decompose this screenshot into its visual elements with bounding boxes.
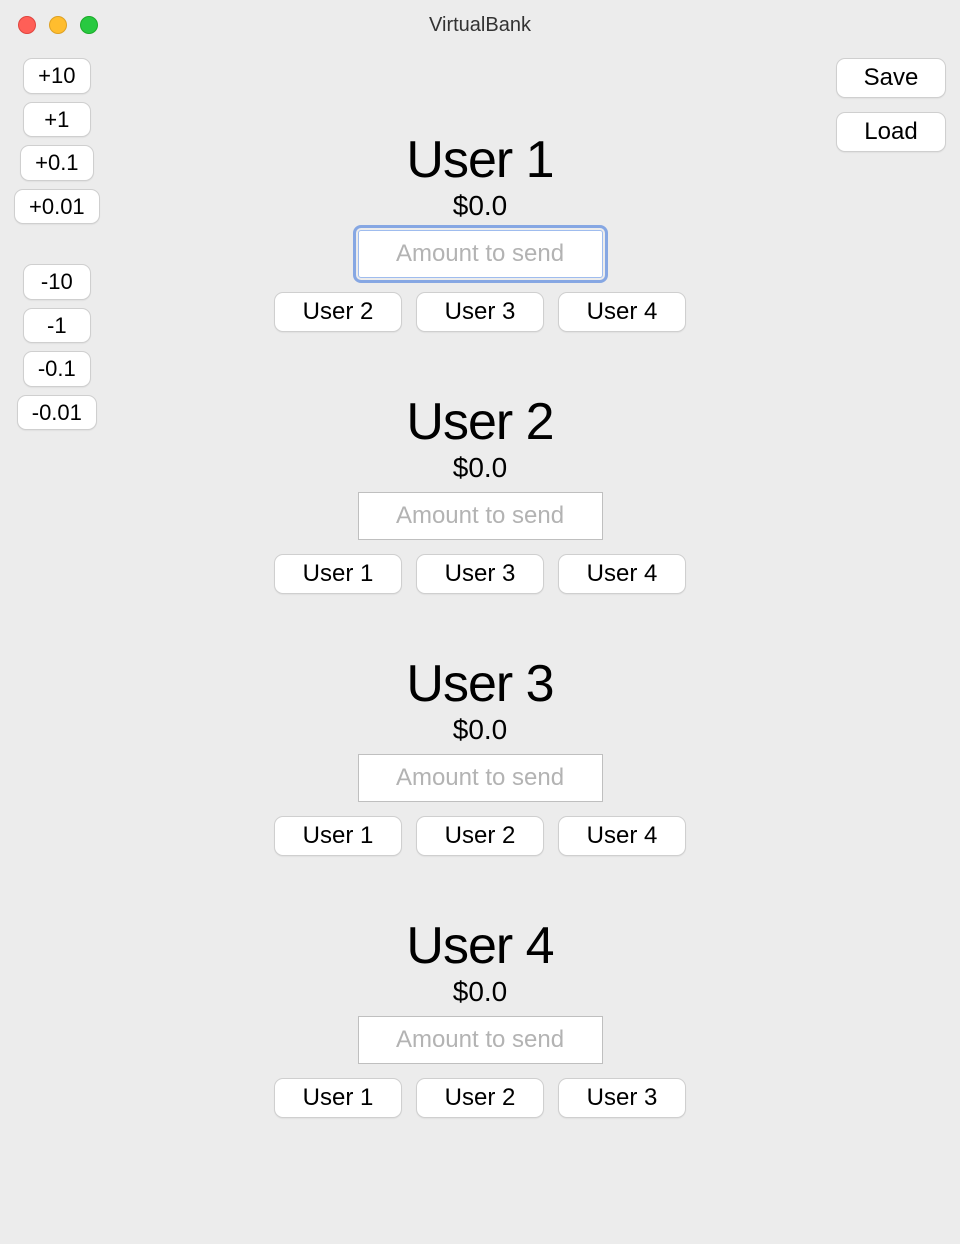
adjust-plus-0p01-button[interactable]: +0.01 (14, 189, 100, 225)
adjust-minus-group: -10 -1 -0.1 -0.01 (17, 264, 97, 430)
traffic-lights (18, 16, 98, 34)
send-buttons: User 1 User 2 User 3 (274, 1078, 686, 1118)
users-panel: User 1 $0.0 User 2 User 3 User 4 User 2 … (274, 130, 686, 1118)
send-buttons: User 1 User 2 User 4 (274, 816, 686, 856)
user-balance: $0.0 (453, 714, 508, 746)
file-actions: Save Load (836, 58, 946, 152)
load-button[interactable]: Load (836, 112, 946, 152)
send-to-user-button[interactable]: User 3 (558, 1078, 686, 1118)
user-name: User 3 (406, 654, 553, 714)
send-to-user-button[interactable]: User 2 (274, 292, 402, 332)
send-to-user-button[interactable]: User 1 (274, 1078, 402, 1118)
send-to-user-button[interactable]: User 1 (274, 816, 402, 856)
send-to-user-button[interactable]: User 2 (416, 816, 544, 856)
amount-input[interactable] (358, 754, 603, 802)
user-balance: $0.0 (453, 190, 508, 222)
window-title: VirtualBank (429, 14, 531, 37)
user-name: User 4 (406, 916, 553, 976)
window-zoom-icon[interactable] (80, 16, 98, 34)
titlebar: VirtualBank (0, 0, 960, 50)
send-to-user-button[interactable]: User 4 (558, 292, 686, 332)
user-name: User 1 (406, 130, 553, 190)
send-to-user-button[interactable]: User 4 (558, 816, 686, 856)
save-button[interactable]: Save (836, 58, 946, 98)
adjust-panel: +10 +1 +0.1 +0.01 -10 -1 -0.1 -0.01 (14, 58, 100, 430)
window-close-icon[interactable] (18, 16, 36, 34)
user-card-3: User 3 $0.0 User 1 User 2 User 4 (274, 654, 686, 856)
adjust-plus-1-button[interactable]: +1 (23, 102, 91, 138)
amount-input[interactable] (358, 492, 603, 540)
send-to-user-button[interactable]: User 4 (558, 554, 686, 594)
user-card-1: User 1 $0.0 User 2 User 3 User 4 (274, 130, 686, 332)
adjust-minus-1-button[interactable]: -1 (23, 308, 91, 344)
send-to-user-button[interactable]: User 3 (416, 292, 544, 332)
window-minimize-icon[interactable] (49, 16, 67, 34)
user-card-4: User 4 $0.0 User 1 User 2 User 3 (274, 916, 686, 1118)
user-balance: $0.0 (453, 452, 508, 484)
user-name: User 2 (406, 392, 553, 452)
user-balance: $0.0 (453, 976, 508, 1008)
user-card-2: User 2 $0.0 User 1 User 3 User 4 (274, 392, 686, 594)
adjust-minus-0p1-button[interactable]: -0.1 (23, 351, 91, 387)
amount-input[interactable] (358, 230, 603, 278)
adjust-plus-10-button[interactable]: +10 (23, 58, 91, 94)
adjust-plus-group: +10 +1 +0.1 +0.01 (14, 58, 100, 224)
send-to-user-button[interactable]: User 1 (274, 554, 402, 594)
adjust-minus-0p01-button[interactable]: -0.01 (17, 395, 97, 431)
adjust-minus-10-button[interactable]: -10 (23, 264, 91, 300)
send-to-user-button[interactable]: User 2 (416, 1078, 544, 1118)
send-to-user-button[interactable]: User 3 (416, 554, 544, 594)
adjust-plus-0p1-button[interactable]: +0.1 (20, 145, 93, 181)
send-buttons: User 1 User 3 User 4 (274, 554, 686, 594)
amount-input[interactable] (358, 1016, 603, 1064)
send-buttons: User 2 User 3 User 4 (274, 292, 686, 332)
